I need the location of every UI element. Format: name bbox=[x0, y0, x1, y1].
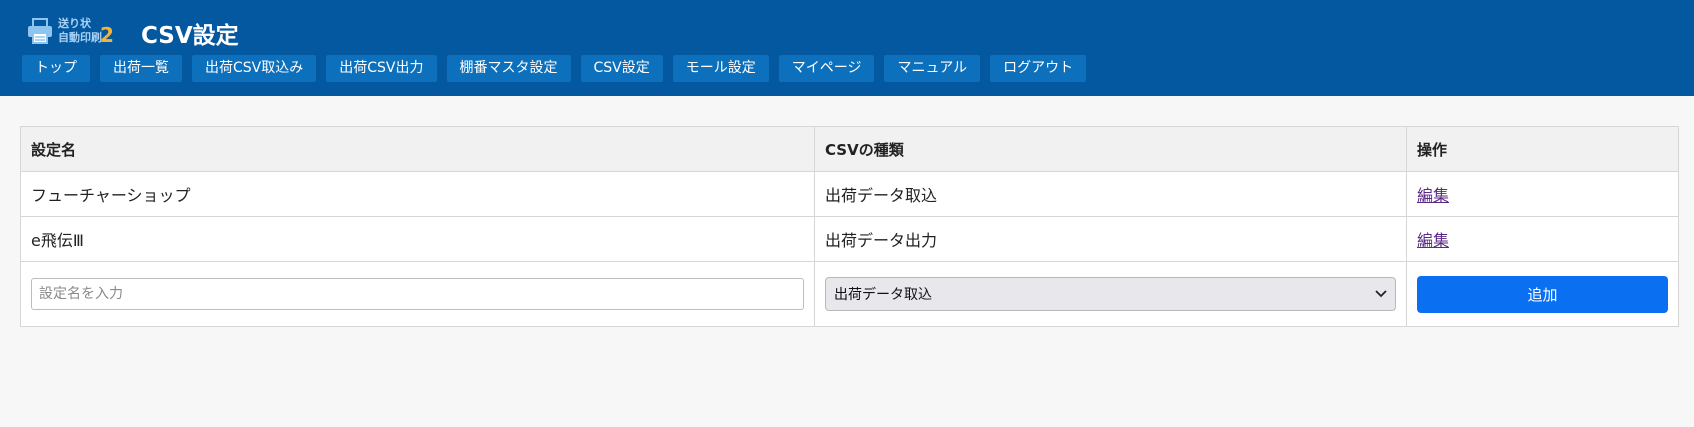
printer-icon bbox=[28, 18, 52, 44]
setting-name-cell: e飛伝Ⅲ bbox=[20, 216, 815, 262]
csv-type-select[interactable]: 出荷データ取込 bbox=[825, 277, 1396, 311]
app-header: 送り状 自動印刷 2 CSV設定 トップ 出荷一覧 出荷CSV取込み 出荷CSV… bbox=[0, 0, 1694, 96]
actions-cell: 編集 bbox=[1406, 216, 1679, 262]
csv-type-cell: 出荷データ取込 bbox=[814, 171, 1407, 217]
column-header-type: CSVの種類 bbox=[814, 126, 1407, 172]
nav-shipment-csv-export[interactable]: 出荷CSV出力 bbox=[326, 55, 437, 82]
nav-my-page[interactable]: マイページ bbox=[778, 55, 875, 82]
table-header-row: 設定名 CSVの種類 操作 bbox=[20, 126, 1679, 172]
page-title: CSV設定 bbox=[141, 23, 239, 49]
nav-logout[interactable]: ログアウト bbox=[990, 55, 1087, 82]
nav-top[interactable]: トップ bbox=[22, 55, 90, 82]
nav-shipment-csv-import[interactable]: 出荷CSV取込み bbox=[192, 55, 317, 82]
logo-text-line2: 自動印刷 bbox=[58, 31, 102, 44]
table-row: フューチャーショップ 出荷データ取込 編集 bbox=[20, 171, 1679, 217]
csv-type-selected-value: 出荷データ取込 bbox=[834, 287, 932, 303]
nav-mall-settings[interactable]: モール設定 bbox=[672, 55, 769, 82]
nav-manual[interactable]: マニュアル bbox=[884, 55, 981, 82]
new-name-cell bbox=[20, 261, 815, 327]
csv-settings-table-container: 設定名 CSVの種類 操作 フューチャーショップ 出荷データ取込 編集 e飛伝Ⅲ… bbox=[20, 126, 1679, 327]
table-row: e飛伝Ⅲ 出荷データ出力 編集 bbox=[20, 216, 1679, 262]
column-header-actions: 操作 bbox=[1406, 126, 1679, 172]
nav-csv-settings[interactable]: CSV設定 bbox=[580, 55, 663, 82]
edit-link[interactable]: 編集 bbox=[1417, 186, 1449, 205]
chevron-down-icon bbox=[1375, 290, 1387, 298]
nav-shelf-master-settings[interactable]: 棚番マスタ設定 bbox=[446, 55, 571, 82]
csv-settings-table: 設定名 CSVの種類 操作 フューチャーショップ 出荷データ取込 編集 e飛伝Ⅲ… bbox=[20, 126, 1679, 327]
main-nav: トップ 出荷一覧 出荷CSV取込み 出荷CSV出力 棚番マスタ設定 CSV設定 … bbox=[22, 55, 1087, 82]
nav-shipment-list[interactable]: 出荷一覧 bbox=[100, 55, 182, 82]
actions-cell: 編集 bbox=[1406, 171, 1679, 217]
column-header-name: 設定名 bbox=[20, 126, 815, 172]
setting-name-input[interactable] bbox=[31, 278, 804, 310]
app-logo[interactable]: 送り状 自動印刷 2 bbox=[26, 15, 118, 47]
setting-name-cell: フューチャーショップ bbox=[20, 171, 815, 217]
edit-link[interactable]: 編集 bbox=[1417, 231, 1449, 250]
new-setting-row: 出荷データ取込 追加 bbox=[20, 261, 1679, 327]
add-button[interactable]: 追加 bbox=[1417, 275, 1668, 313]
new-action-cell: 追加 bbox=[1406, 261, 1679, 327]
csv-type-cell: 出荷データ出力 bbox=[814, 216, 1407, 262]
new-type-cell: 出荷データ取込 bbox=[814, 261, 1407, 327]
logo-number: 2 bbox=[100, 23, 114, 47]
